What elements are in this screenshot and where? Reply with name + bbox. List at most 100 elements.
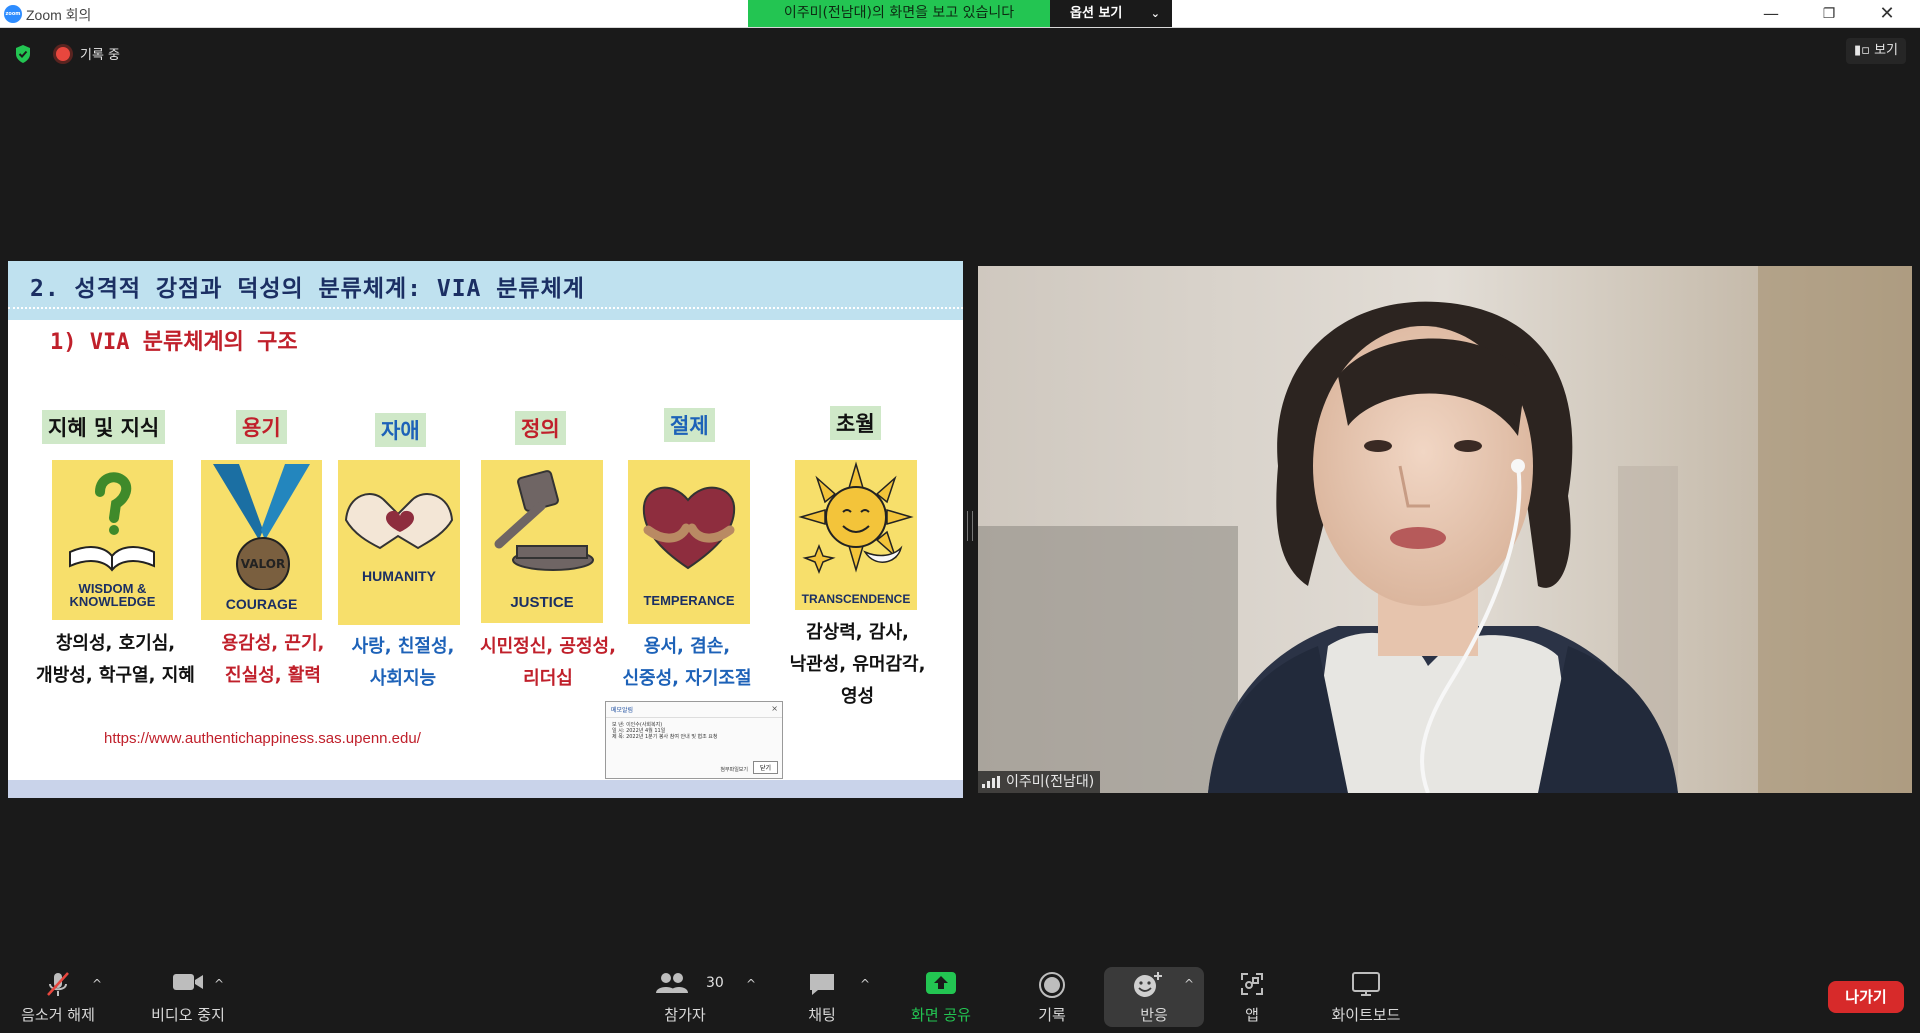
strengths-courage-line2: 진실성, 활력 — [225, 665, 321, 686]
strengths-temperance-line2: 신중성, 자기조절 — [622, 668, 752, 689]
recording-indicator[interactable]: 기록 중 — [56, 44, 120, 63]
strengths-transcendence-line3: 영성 — [840, 686, 875, 707]
whiteboard-label: 화이트보드 — [1331, 1006, 1401, 1024]
share-screen-label: 화면 공유 — [911, 1006, 971, 1024]
shared-screen-slide: 2. 성격적 강점과 덕성의 분류체계: VIA 분류체계 1) VIA 분류체… — [8, 261, 963, 798]
virtue-card-wisdom: WISDOM & KNOWLEDGE — [52, 460, 173, 620]
medal-icon: VALOR — [213, 464, 310, 590]
reactions-label: 반응 — [1140, 1006, 1168, 1024]
leave-meeting-button[interactable]: 나가기 — [1828, 981, 1904, 1013]
virtue-card-justice: JUSTICE — [481, 460, 603, 623]
smiley-plus-icon — [1134, 972, 1162, 997]
split-view-handle[interactable] — [967, 511, 973, 541]
share-screen-button[interactable]: 화면 공유 — [896, 957, 986, 1033]
chat-button[interactable]: 채팅 — [782, 957, 862, 1033]
whiteboard-button[interactable]: 화이트보드 — [1316, 957, 1416, 1033]
participant-name: 이주미(전남대) — [1006, 774, 1095, 790]
record-icon — [1039, 972, 1065, 998]
zoom-logo-icon: zoom — [4, 5, 22, 23]
virtue-card-temperance: TEMPERANCE — [628, 460, 750, 624]
slide-footer-bar — [8, 780, 963, 798]
strengths-justice: 시민정신, 공정성, 리더십 — [458, 631, 638, 695]
card-label-transcendence: TRANSCENDENCE — [801, 592, 911, 606]
view-options-button[interactable]: 옵션 보기 ⌄ — [1050, 0, 1172, 27]
virtue-name-courage: 용기 — [236, 410, 287, 444]
chat-options-caret[interactable]: ^ — [860, 977, 870, 991]
record-label: 기록 — [1038, 1006, 1066, 1024]
shield-icon[interactable] — [14, 44, 32, 64]
strengths-wisdom: 창의성, 호기심, 개방성, 학구열, 지혜 — [18, 628, 213, 692]
participants-button[interactable]: 참가자 — [640, 957, 730, 1033]
popup-attachment-link[interactable]: 첨부파일보기 — [720, 766, 748, 773]
slide-url-link[interactable]: https://www.authentichappiness.sas.upenn… — [104, 730, 421, 747]
participants-options-caret[interactable]: ^ — [746, 977, 756, 991]
view-layout-icon: ▮▫ — [1853, 43, 1870, 58]
popup-close-button[interactable]: 닫기 — [752, 761, 778, 774]
video-camera-icon — [173, 974, 203, 990]
hugging-heart-icon — [642, 486, 736, 570]
recording-label: 기록 중 — [80, 48, 121, 63]
card-label-humanity: HUMANITY — [362, 568, 436, 584]
strengths-humanity-line1: 사랑, 친절성, — [351, 636, 455, 657]
popup-title: 메모알림 — [606, 702, 782, 718]
strengths-wisdom-line1: 창의성, 호기심, — [55, 633, 176, 654]
card-label-temperance: TEMPERANCE — [643, 593, 735, 608]
participant-name-tag: 이주미(전남대) — [978, 771, 1101, 793]
signal-strength-icon — [982, 776, 1000, 788]
apps-icon — [1241, 973, 1263, 995]
microphone-muted-icon — [47, 972, 69, 996]
strengths-justice-line1: 시민정신, 공정성, — [480, 636, 616, 657]
chat-label: 채팅 — [808, 1006, 836, 1024]
audio-options-caret[interactable]: ^ — [92, 977, 102, 991]
share-banner: 이주미(전남대)의 화면을 보고 있습니다 옵션 보기 ⌄ — [748, 0, 1172, 27]
virtue-card-courage: VALOR COURAGE — [201, 460, 322, 620]
apps-button[interactable]: 앱 — [1212, 957, 1292, 1033]
popup-close-icon[interactable]: × — [771, 704, 778, 713]
record-dot-icon — [56, 46, 70, 61]
reactions-button[interactable]: 반응 ^ — [1104, 967, 1204, 1027]
participant-count: 30 — [706, 975, 724, 991]
participant-video[interactable]: 이주미(전남대) — [978, 266, 1912, 793]
minimize-button[interactable]: — — [1748, 0, 1794, 28]
virtue-card-transcendence: TRANSCENDENCE — [795, 460, 917, 610]
strengths-temperance-line1: 용서, 겸손, — [643, 636, 731, 657]
apps-label: 앱 — [1245, 1006, 1259, 1024]
stop-video-label: 비디오 중지 — [151, 1006, 225, 1024]
sun-moon-icon — [798, 461, 914, 575]
title-bar: zoom Zoom 회의 이주미(전남대)의 화면을 보고 있습니다 옵션 보기… — [0, 0, 1920, 28]
video-options-caret[interactable]: ^ — [214, 977, 224, 991]
strengths-transcendence-line2: 낙관성, 유머감각, — [789, 654, 926, 675]
strengths-transcendence: 감상력, 감사, 낙관성, 유머감각, 영성 — [780, 617, 935, 713]
slide-subtitle: 1) VIA 분류체계의 구조 — [50, 330, 298, 355]
stop-video-button[interactable]: 비디오 중지 — [128, 957, 248, 1033]
zoom-meeting-window: zoom Zoom 회의 이주미(전남대)의 화면을 보고 있습니다 옵션 보기… — [0, 0, 1920, 1033]
restore-button[interactable]: ❐ — [1806, 0, 1852, 28]
card-label-wisdom-2: KNOWLEDGE — [69, 594, 156, 609]
participant-video-image — [978, 266, 1912, 793]
view-options-label: 옵션 보기 — [1070, 6, 1123, 21]
reactions-options-caret[interactable]: ^ — [1184, 977, 1194, 991]
share-banner-text: 이주미(전남대)의 화면을 보고 있습니다 — [748, 0, 1050, 27]
close-button[interactable]: ✕ — [1864, 0, 1910, 28]
slide-header-divider — [8, 307, 963, 309]
memo-popup: 메모알림 × 보 낸: 이인수(사회복지) 일 시: 2022년 4월 11일 … — [605, 701, 783, 779]
slide-title: 2. 성격적 강점과 덕성의 분류체계: VIA 분류체계 — [30, 276, 585, 302]
svg-text:VALOR: VALOR — [241, 557, 285, 571]
unmute-button[interactable]: 음소거 해제 — [8, 957, 108, 1033]
participants-icon — [656, 973, 689, 993]
strengths-transcendence-line1: 감상력, 감사, — [806, 622, 909, 643]
strengths-justice-line2: 리더십 — [523, 668, 573, 689]
record-button[interactable]: 기록 — [1012, 957, 1092, 1033]
virtue-card-humanity: HUMANITY — [338, 460, 460, 625]
slide-header: 2. 성격적 강점과 덕성의 분류체계: VIA 분류체계 — [8, 261, 963, 320]
view-label: 보기 — [1874, 43, 1899, 58]
popup-line-3: 제 목: 2022년 1분기 봉사 참여 안내 및 협조 요청 — [612, 734, 718, 740]
view-button[interactable]: ▮▫ 보기 — [1846, 38, 1906, 64]
whiteboard-icon — [1352, 972, 1380, 996]
book-question-icon — [69, 472, 155, 572]
heart-hands-icon — [344, 493, 454, 550]
strengths-humanity-line2: 사회지능 — [369, 668, 437, 689]
virtue-name-temperance: 절제 — [664, 408, 715, 442]
strengths-temperance: 용서, 겸손, 신중성, 자기조절 — [612, 631, 762, 695]
strengths-humanity: 사랑, 친절성, 사회지능 — [338, 631, 468, 695]
